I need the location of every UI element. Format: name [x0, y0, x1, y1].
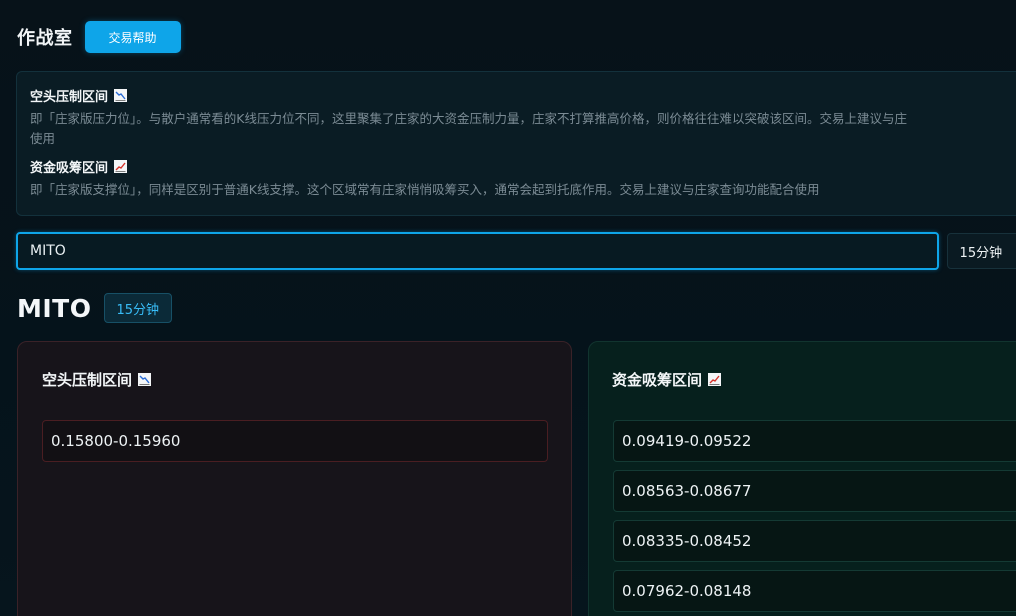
chart-increasing-icon — [114, 159, 128, 173]
short-pressure-card-title-text: 空头压制区间 — [42, 371, 133, 389]
accumulation-zone-item: 0.09419-0.09522 — [613, 420, 1016, 462]
info-short-zone: 空头压制区间 即「庄家版压力位」。与散户通常看的K线压力位不同，这里聚集了庄家的… — [30, 86, 1016, 149]
chart-decreasing-icon — [138, 373, 152, 386]
accumulation-card: 资金吸筹区间 0.09419-0.09522 0.08563-0.08677 0… — [588, 341, 1016, 616]
interval-badge: 15分钟 — [103, 293, 173, 323]
top-bar: 作战室 交易帮助 — [17, 21, 181, 53]
accumulation-zone-item: 0.07962-0.08148 — [613, 570, 1016, 612]
chart-decreasing-icon — [114, 88, 128, 102]
accumulation-zone-item: 0.08335-0.08452 — [613, 520, 1016, 562]
info-panel: 空头压制区间 即「庄家版压力位」。与散户通常看的K线压力位不同，这里聚集了庄家的… — [16, 71, 1016, 216]
info-short-zone-desc: 即「庄家版压力位」。与散户通常看的K线压力位不同，这里聚集了庄家的大资金压制力量… — [30, 109, 1016, 149]
info-long-zone-title: 资金吸筹区间 — [30, 157, 1016, 176]
info-short-zone-title: 空头压制区间 — [30, 86, 1016, 105]
info-short-zone-desc-line1: 即「庄家版压力位」。与散户通常看的K线压力位不同，这里聚集了庄家的大资金压制力量… — [30, 111, 907, 126]
war-room-page: 作战室 交易帮助 空头压制区间 即「庄家版压力位」。与散户通常看的K线压力位不同… — [0, 0, 1016, 616]
chart-increasing-icon — [708, 373, 722, 386]
accumulation-zone-item: 0.08563-0.08677 — [613, 470, 1016, 512]
result-header: MITO 15分钟 — [17, 293, 173, 323]
accumulation-card-title-text: 资金吸筹区间 — [612, 371, 703, 389]
info-short-zone-desc-line2: 使用 — [30, 131, 56, 146]
short-zone-item: 0.15800-0.15960 — [42, 420, 548, 462]
accumulation-card-title: 资金吸筹区间 — [612, 369, 722, 390]
interval-select[interactable]: 15分钟 — [946, 233, 1016, 269]
info-long-zone: 资金吸筹区间 即「庄家版支撑位」，同样是区别于普通K线支撑。这个区域常有庄家悄悄… — [30, 157, 1016, 200]
result-symbol: MITO — [17, 293, 92, 323]
info-short-zone-title-text: 空头压制区间 — [30, 89, 109, 105]
short-pressure-card: 空头压制区间 0.15800-0.15960 — [17, 341, 572, 616]
page-title: 作战室 — [17, 28, 73, 49]
short-pressure-card-title: 空头压制区间 — [42, 369, 152, 390]
info-long-zone-title-text: 资金吸筹区间 — [30, 160, 109, 176]
info-long-zone-desc: 即「庄家版支撑位」，同样是区别于普通K线支撑。这个区域常有庄家悄悄吸筹买入，通常… — [30, 182, 820, 197]
trading-help-button[interactable]: 交易帮助 — [84, 21, 181, 53]
symbol-search-input[interactable] — [16, 232, 939, 270]
search-row: 15分钟 — [16, 232, 1016, 270]
short-zone-list: 0.15800-0.15960 — [42, 420, 548, 470]
accumulation-zone-list: 0.09419-0.09522 0.08563-0.08677 0.08335-… — [613, 420, 1016, 616]
